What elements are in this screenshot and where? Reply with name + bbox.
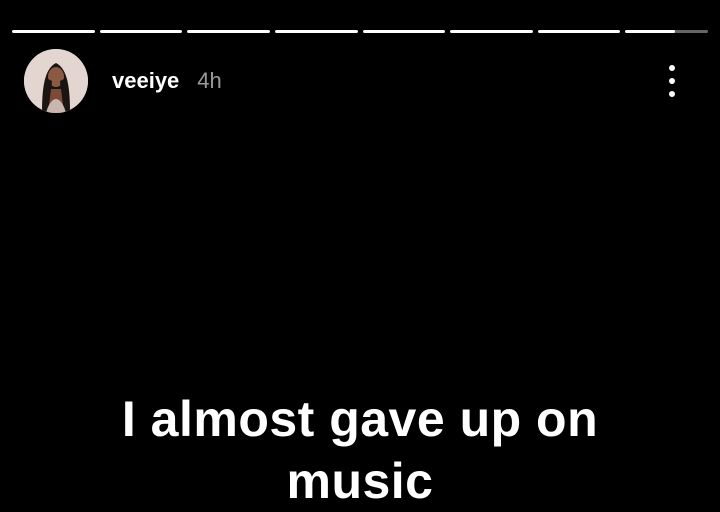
progress-segment [450, 30, 533, 33]
progress-segment [99, 30, 183, 33]
progress-segment-fill [187, 30, 270, 33]
username[interactable]: veeiye [112, 68, 179, 94]
story-text-line: music [286, 453, 434, 509]
more-vertical-icon [669, 91, 675, 97]
progress-segment [274, 30, 358, 33]
progress-segment-fill [99, 30, 183, 33]
story-progress-bar [12, 30, 708, 33]
more-vertical-icon [669, 78, 675, 84]
profile-photo-icon [24, 49, 88, 113]
post-time: 4h [197, 68, 222, 93]
avatar[interactable] [24, 49, 88, 113]
progress-segment-fill [625, 30, 675, 33]
more-vertical-icon [669, 65, 675, 71]
progress-segment [537, 30, 621, 33]
progress-segment-fill [537, 30, 621, 33]
progress-segment [362, 30, 446, 33]
progress-segment-fill [274, 30, 358, 33]
progress-segment-fill [450, 30, 533, 33]
progress-segment [625, 30, 708, 33]
more-options-button[interactable] [662, 65, 682, 97]
story-text: I almost gave up on music [0, 388, 720, 512]
story-header: veeiye 4h [24, 49, 696, 113]
progress-segment-fill [12, 30, 95, 33]
progress-segment [12, 30, 95, 33]
progress-segment-fill [362, 30, 446, 33]
progress-segment [187, 30, 270, 33]
story-text-line: I almost gave up on [121, 391, 599, 447]
